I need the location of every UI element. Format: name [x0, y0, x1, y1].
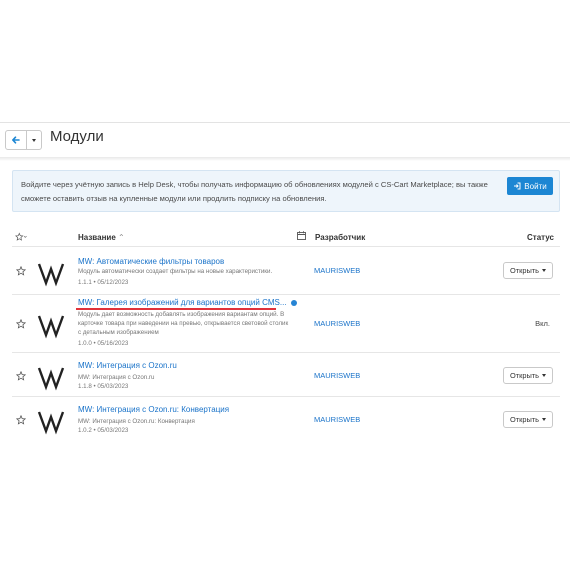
module-logo	[37, 315, 65, 339]
developer-link[interactable]: MAURISWEB	[314, 266, 360, 275]
arrow-left-icon	[12, 136, 20, 144]
developer-link[interactable]: MAURISWEB	[314, 371, 360, 380]
column-header-name-label: Название	[78, 233, 116, 242]
star-icon[interactable]	[16, 415, 26, 425]
developer-link[interactable]: MAURISWEB	[314, 415, 360, 424]
back-dropdown-button[interactable]	[26, 131, 41, 149]
caret-down-icon	[542, 418, 547, 421]
open-dropdown-button[interactable]: Открыть	[503, 367, 553, 384]
column-header-developer[interactable]: Разработчик	[315, 233, 365, 242]
module-name-link[interactable]: MW: Автоматические фильтры товаров	[78, 257, 224, 266]
status-text: Вкл.	[535, 319, 550, 328]
open-dropdown-button[interactable]: Открыть	[503, 262, 553, 279]
page-header: Модули	[0, 122, 570, 159]
column-header-name[interactable]: Название ⌃	[78, 233, 125, 242]
module-logo	[37, 263, 65, 287]
module-version: 1.0.2 • 05/03/2023	[78, 427, 129, 434]
caret-down-icon	[32, 138, 36, 142]
helpdesk-notice: Войдите через учётную запись в Help Desk…	[12, 170, 560, 212]
caret-down-icon	[542, 269, 547, 272]
sort-arrow-icon: ⌃	[118, 233, 125, 242]
table-row: MW: Интеграция с Ozon.ru: Конвертация MW…	[12, 396, 560, 441]
star-icon[interactable]	[16, 319, 26, 329]
back-button-group	[5, 130, 42, 150]
module-description: MW: Интеграция с Ozon.ru: Конвертация	[78, 418, 195, 425]
table-row: MW: Интеграция с Ozon.ru MW: Интеграция …	[12, 352, 560, 397]
open-button-label: Открыть	[509, 371, 540, 380]
module-version: 1.0.0 • 05/16/2023	[78, 340, 129, 347]
header-divider	[0, 157, 570, 161]
table-row: MW: Галерея изображений для вариантов оп…	[12, 294, 560, 353]
module-name-text: MW: Галерея изображений для вариантов оп…	[78, 298, 287, 307]
module-version: 1.1.1 • 05/12/2023	[78, 279, 129, 286]
developer-link[interactable]: MAURISWEB	[314, 319, 360, 328]
module-name-link[interactable]: MW: Интеграция с Ozon.ru	[78, 361, 177, 370]
notice-text: Войдите через учётную запись в Help Desk…	[21, 180, 488, 203]
column-header-status[interactable]: Статус	[527, 233, 554, 242]
star-icon[interactable]	[16, 266, 26, 276]
table-row: MW: Автоматические фильтры товаров Модул…	[12, 246, 560, 295]
module-name-link[interactable]: MW: Галерея изображений для вариантов оп…	[78, 298, 297, 307]
module-description: Модуль дает возможность добавлять изобра…	[78, 311, 289, 336]
module-version: 1.1.8 • 05/03/2023	[78, 383, 129, 390]
login-button[interactable]: Войти	[507, 177, 553, 195]
open-button-label: Открыть	[509, 415, 540, 424]
module-description: MW: Интеграция с Ozon.ru	[78, 374, 155, 381]
back-button[interactable]	[6, 131, 26, 149]
star-icon[interactable]	[16, 371, 26, 381]
favorite-sort-icon[interactable]	[15, 232, 27, 242]
open-dropdown-button[interactable]: Открыть	[503, 411, 553, 428]
login-button-label: Войти	[524, 181, 547, 191]
module-logo	[37, 411, 65, 435]
page-title: Модули	[50, 128, 104, 145]
module-name-link[interactable]: MW: Интеграция с Ozon.ru: Конвертация	[78, 405, 229, 414]
calendar-icon[interactable]	[297, 231, 306, 240]
sign-in-icon	[514, 182, 521, 190]
table-header: Название ⌃ Разработчик Статус	[12, 228, 560, 246]
module-description: Модуль автоматически создает фильтры на …	[78, 268, 273, 275]
open-button-label: Открыть	[509, 266, 540, 275]
update-dot-icon	[290, 299, 297, 306]
caret-down-icon	[542, 374, 547, 377]
module-logo	[37, 367, 65, 391]
